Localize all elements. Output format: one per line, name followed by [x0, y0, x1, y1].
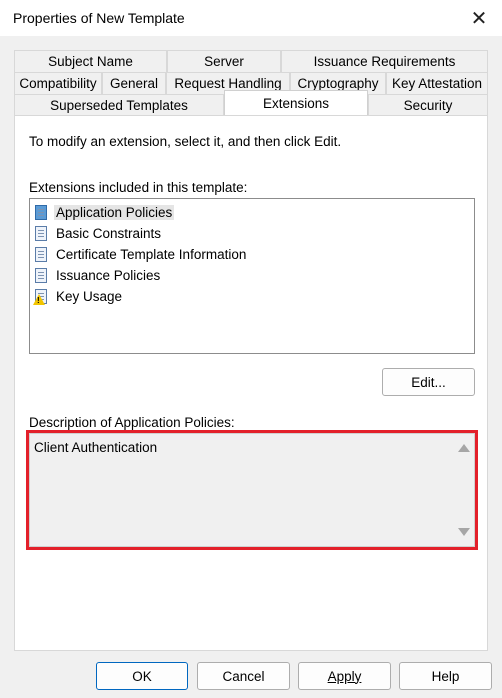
list-item-basic-constraints[interactable]: Basic Constraints — [33, 223, 163, 244]
document-icon — [33, 246, 50, 263]
close-button[interactable]: ✕ — [456, 0, 502, 36]
instruction-text: To modify an extension, select it, and t… — [29, 134, 342, 149]
properties-dialog: Properties of New Template ✕ Subject Nam… — [0, 0, 502, 698]
tab-issuance-requirements[interactable]: Issuance Requirements — [281, 50, 488, 72]
apply-button[interactable]: Apply — [298, 662, 391, 690]
tab-subject-name[interactable]: Subject Name — [14, 50, 167, 72]
tab-extensions[interactable]: Extensions — [224, 90, 368, 116]
extensions-list[interactable]: Application Policies Basic Constraints C… — [29, 198, 475, 354]
list-item-issuance-policies[interactable]: Issuance Policies — [33, 265, 162, 286]
extensions-label: Extensions included in this template: — [29, 180, 248, 195]
description-label: Description of Application Policies: — [29, 415, 235, 430]
tab-general[interactable]: General — [102, 72, 166, 94]
tab-security[interactable]: Security — [368, 94, 488, 116]
description-text: Client Authentication — [34, 440, 158, 455]
document-icon — [33, 267, 50, 284]
tab-compatibility[interactable]: Compatibility — [14, 72, 102, 94]
document-warning-icon: ! — [33, 288, 50, 305]
description-textbox[interactable]: Client Authentication — [29, 433, 475, 547]
list-item-application-policies[interactable]: Application Policies — [33, 202, 175, 223]
scroll-down-icon[interactable] — [458, 528, 470, 536]
ok-button[interactable]: OK — [96, 662, 188, 690]
tab-superseded-templates[interactable]: Superseded Templates — [14, 94, 224, 116]
tab-key-attestation[interactable]: Key Attestation — [386, 72, 488, 94]
cancel-button[interactable]: Cancel — [197, 662, 290, 690]
list-item-key-usage[interactable]: ! Key Usage — [33, 286, 124, 307]
document-icon — [33, 225, 50, 242]
title-bar: Properties of New Template ✕ — [0, 0, 502, 36]
window-title: Properties of New Template — [13, 10, 185, 26]
tab-server[interactable]: Server — [167, 50, 281, 72]
help-button[interactable]: Help — [399, 662, 492, 690]
description-scrollbar[interactable] — [454, 434, 474, 546]
list-item-certificate-template-information[interactable]: Certificate Template Information — [33, 244, 248, 265]
scroll-up-icon[interactable] — [458, 444, 470, 452]
edit-button[interactable]: Edit... — [382, 368, 475, 396]
close-icon: ✕ — [470, 7, 488, 30]
document-selected-icon — [33, 204, 50, 221]
